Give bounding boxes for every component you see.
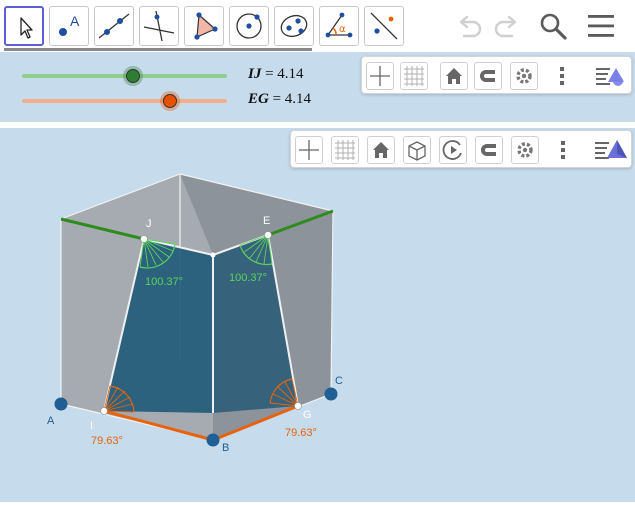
polygon-tool-button[interactable]	[184, 6, 224, 46]
point-b[interactable]	[206, 433, 220, 447]
magnet-icon	[481, 144, 496, 156]
slider-ij-knob[interactable]	[126, 69, 140, 83]
home-button[interactable]	[440, 62, 468, 90]
home-3d-button[interactable]	[367, 136, 395, 164]
angle-label-g: 79.63°	[285, 427, 317, 439]
label-c: C	[335, 375, 343, 387]
angle-tool-icon: α	[325, 12, 353, 38]
home-icon	[446, 68, 462, 84]
rotate-view-button[interactable]	[439, 136, 467, 164]
point-tool-glyph: A	[70, 13, 80, 29]
settings-button[interactable]	[510, 62, 538, 90]
gear-icon	[516, 68, 532, 84]
slider-eg-var: EG	[248, 91, 269, 107]
perpendicular-line-tool-icon	[143, 10, 175, 42]
label-a: A	[47, 415, 55, 427]
settings-3d-button[interactable]	[511, 136, 539, 164]
perpendicular-line-tool-button[interactable]	[139, 6, 179, 46]
point-j[interactable]	[140, 235, 148, 243]
line-tool-button[interactable]	[94, 6, 134, 46]
angle-tool-glyph: α	[339, 24, 346, 35]
polygon-tool-icon	[194, 12, 218, 40]
slider-eg-value: = 4.14	[268, 91, 312, 107]
scene-3d[interactable]: J E I G A B C 100.37° 100.37° 79.63° 79.…	[0, 128, 635, 502]
conic-tool-icon	[280, 14, 308, 38]
toolbar-scroll-indicator	[4, 48, 312, 51]
graphics-stylebar	[361, 56, 632, 94]
magnet-icon	[480, 70, 495, 82]
angle-label-j: 100.37°	[145, 276, 183, 288]
angle-tool-button[interactable]: α	[319, 6, 359, 46]
more-button[interactable]	[548, 62, 576, 90]
axes-icon	[299, 140, 319, 160]
slider-ij-label: IJ = 4.14	[248, 66, 304, 83]
clipping-cube-button[interactable]	[403, 136, 431, 164]
axes-3d-toggle-button[interactable]	[295, 136, 323, 164]
grid-toggle-button[interactable]	[400, 62, 428, 90]
label-j: J	[146, 218, 152, 230]
more-icon	[561, 141, 565, 159]
circle-tool-button[interactable]	[229, 6, 269, 46]
point-a[interactable]	[54, 397, 68, 411]
slider-ij-value: = 4.14	[261, 66, 304, 82]
graphics-3d-view[interactable]: J E I G A B C 100.37° 100.37° 79.63° 79.…	[0, 128, 635, 502]
more-icon	[560, 67, 564, 85]
main-toolbar: A α	[0, 0, 635, 52]
line-tool-icon	[98, 13, 130, 39]
gear-icon	[517, 142, 533, 158]
view-menu-icon	[595, 140, 627, 159]
angle-label-e: 100.37°	[229, 272, 267, 284]
snap-button[interactable]	[474, 62, 502, 90]
reflect-tool-button[interactable]	[364, 6, 404, 46]
view-menu-button[interactable]	[594, 62, 628, 90]
conic-tool-button[interactable]	[274, 6, 314, 46]
grid-icon	[335, 140, 355, 160]
slider-eg-knob[interactable]	[163, 94, 177, 108]
label-g: G	[303, 409, 312, 421]
menu-icon[interactable]	[586, 13, 616, 39]
slider-ij-var: IJ	[248, 66, 262, 82]
geogebra-app: A α IJ = 4.14 EG = 4.14 J E I G A B C 10…	[0, 0, 635, 505]
algebra-view: IJ = 4.14 EG = 4.14	[0, 52, 635, 122]
snap-3d-button[interactable]	[475, 136, 503, 164]
point-g[interactable]	[294, 402, 302, 410]
view-menu-3d-button[interactable]	[593, 136, 629, 164]
search-icon[interactable]	[538, 11, 568, 41]
grid-3d-toggle-button[interactable]	[331, 136, 359, 164]
circle-tool-icon	[236, 13, 262, 39]
angle-label-i: 79.63°	[91, 435, 123, 447]
point-fold-top	[210, 252, 216, 258]
view-menu-icon	[596, 68, 624, 86]
more-3d-button[interactable]	[549, 136, 577, 164]
rotate-icon	[442, 140, 462, 160]
graphics-3d-stylebar	[290, 130, 632, 168]
point-e[interactable]	[264, 231, 272, 239]
point-tool-icon: A	[59, 13, 80, 36]
slider-eg-label: EG = 4.14	[248, 91, 311, 108]
undo-icon[interactable]	[455, 12, 483, 40]
point-tool-button[interactable]: A	[49, 6, 89, 46]
label-e: E	[263, 215, 270, 227]
grid-icon	[404, 66, 424, 86]
reflect-tool-icon	[370, 12, 398, 40]
home-icon	[373, 142, 389, 158]
cube-icon	[408, 141, 426, 161]
move-tool-button[interactable]	[4, 6, 44, 46]
axes-icon	[370, 66, 390, 86]
label-b: B	[222, 442, 229, 454]
point-i[interactable]	[100, 407, 108, 415]
redo-icon[interactable]	[493, 12, 521, 40]
label-i: I	[90, 420, 93, 432]
move-tool-icon	[20, 17, 33, 39]
point-c[interactable]	[324, 387, 338, 401]
slider-eg-track[interactable]	[22, 99, 227, 103]
axes-toggle-button[interactable]	[366, 62, 394, 90]
